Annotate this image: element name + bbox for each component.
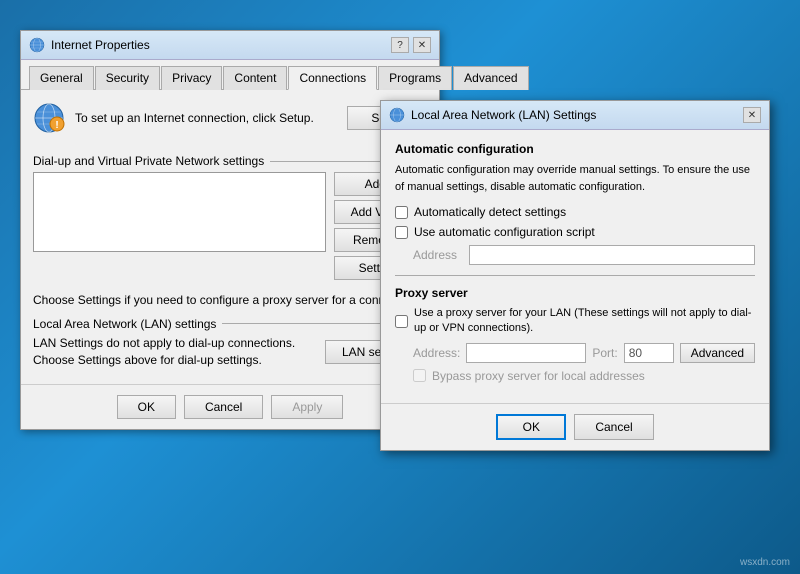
dialup-label: Dial-up and Virtual Private Network sett… [33, 154, 427, 168]
lan-ok-button[interactable]: OK [496, 414, 566, 440]
titlebar-controls: ? ✕ [391, 37, 431, 53]
lan-section: Local Area Network (LAN) settings LAN Se… [33, 317, 427, 369]
lan-label: Local Area Network (LAN) settings [33, 317, 427, 331]
auto-script-label: Use automatic configuration script [414, 225, 595, 239]
proxy-info-text: Choose Settings if you need to configure… [33, 292, 427, 309]
lan-dialog: Local Area Network (LAN) Settings ✕ Auto… [380, 100, 770, 451]
tab-connections[interactable]: Connections [288, 66, 377, 90]
auto-detect-label: Automatically detect settings [414, 205, 566, 219]
auto-detect-checkbox[interactable] [395, 206, 408, 219]
tab-content[interactable]: Content [223, 66, 287, 90]
tab-programs[interactable]: Programs [378, 66, 452, 90]
dialup-section: Add... Add VPN... Remove... Settings [33, 172, 427, 280]
cancel-button[interactable]: Cancel [184, 395, 263, 419]
address-label: Address [413, 248, 463, 262]
tab-privacy[interactable]: Privacy [161, 66, 222, 90]
lan-title-icon [389, 107, 405, 123]
auto-detect-row: Automatically detect settings [395, 205, 755, 219]
advanced-button[interactable]: Advanced [680, 343, 755, 363]
auto-config-title: Automatic configuration [395, 142, 755, 156]
connection-icon: ! [33, 102, 65, 134]
port-input[interactable] [624, 343, 674, 363]
proxy-checkbox[interactable] [395, 315, 408, 328]
address-input[interactable] [469, 245, 755, 265]
tab-general[interactable]: General [29, 66, 94, 90]
tab-security[interactable]: Security [95, 66, 160, 90]
internet-properties-window: Internet Properties ? ✕ General Security… [20, 30, 440, 430]
dialup-listbox[interactable] [33, 172, 326, 252]
auto-script-checkbox[interactable] [395, 226, 408, 239]
proxy-check-row: Use a proxy server for your LAN (These s… [395, 306, 755, 337]
auto-config-desc: Automatic configuration may override man… [395, 162, 755, 195]
inet-footer: OK Cancel Apply [21, 384, 439, 429]
lan-cancel-button[interactable]: Cancel [574, 414, 653, 440]
address-row: Address [413, 245, 755, 265]
auto-script-row: Use automatic configuration script [395, 225, 755, 239]
port-label: Port: [592, 346, 617, 360]
inet-titlebar: Internet Properties ? ✕ [21, 31, 439, 60]
apply-button[interactable]: Apply [271, 395, 343, 419]
proxy-server-title: Proxy server [395, 286, 755, 300]
svg-text:!: ! [55, 120, 58, 131]
setup-row: ! To set up an Internet connection, clic… [33, 102, 427, 142]
lan-titlebar: Local Area Network (LAN) Settings ✕ [381, 101, 769, 130]
lan-row: LAN Settings do not apply to dial-up con… [33, 335, 427, 369]
proxy-address-input[interactable] [466, 343, 586, 363]
lan-content: Automatic configuration Automatic config… [381, 130, 769, 403]
lan-close-button[interactable]: ✕ [743, 107, 761, 123]
lan-titlebar-left: Local Area Network (LAN) Settings [389, 107, 596, 123]
close-button[interactable]: ✕ [413, 37, 431, 53]
bypass-row: Bypass proxy server for local addresses [413, 369, 755, 383]
inet-title-text: Internet Properties [51, 38, 150, 52]
inet-title-icon [29, 37, 45, 53]
titlebar-left: Internet Properties [29, 37, 150, 53]
lan-text: LAN Settings do not apply to dial-up con… [33, 335, 317, 369]
setup-text: To set up an Internet connection, click … [75, 110, 337, 127]
tab-advanced[interactable]: Advanced [453, 66, 528, 90]
help-button[interactable]: ? [391, 37, 409, 53]
dialup-list [33, 172, 326, 280]
divider [395, 275, 755, 276]
proxy-check-label: Use a proxy server for your LAN (These s… [414, 306, 755, 337]
inet-content: ! To set up an Internet connection, clic… [21, 90, 439, 384]
lan-footer: OK Cancel [381, 403, 769, 450]
proxy-address-row: Address: Port: Advanced [413, 343, 755, 363]
tabs-bar: General Security Privacy Content Connect… [21, 60, 439, 90]
bypass-checkbox[interactable] [413, 369, 426, 382]
lan-title-text: Local Area Network (LAN) Settings [411, 108, 596, 122]
watermark: wsxdn.com [740, 557, 790, 568]
ok-button[interactable]: OK [117, 395, 176, 419]
proxy-address-label: Address: [413, 346, 460, 360]
lan-titlebar-controls: ✕ [743, 107, 761, 123]
bypass-label: Bypass proxy server for local addresses [432, 369, 645, 383]
